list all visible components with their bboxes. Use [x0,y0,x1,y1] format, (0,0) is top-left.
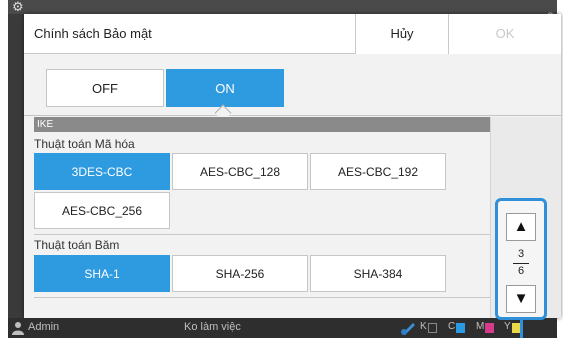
option-aes-cbc-128[interactable]: AES-CBC_128 [172,153,308,190]
page-fraction-line [513,263,529,264]
settings-list: IKE Thuật toán Mã hóa 3DES-CBC AES-CBC_1… [24,117,490,318]
down-arrow-icon: ▼ [513,290,529,307]
page-current: 3 [517,248,525,260]
ink-levels: K C M Y [400,320,550,336]
dialog-header: Chính sách Bảo mật Hủy OK [24,14,561,54]
user-icon [12,322,24,335]
ink-level-k [428,323,437,333]
ike-section-header: IKE [34,117,490,132]
encryption-algorithm-label: Thuật toán Mã hóa [34,137,135,151]
option-aes-cbc-192[interactable]: AES-CBC_192 [310,153,446,190]
option-sha-1[interactable]: SHA-1 [34,255,170,292]
option-3des-cbc[interactable]: 3DES-CBC [34,153,170,190]
background-toolbar [8,0,557,14]
off-button[interactable]: OFF [46,69,164,107]
option-aes-cbc-256[interactable]: AES-CBC_256 [34,192,170,229]
hash-algorithm-label: Thuật toán Băm [34,238,120,252]
ink-level-m [485,323,494,333]
scroll-up-button[interactable]: ▲ [506,213,536,241]
status-bar: Admin Ko làm việc K C M Y [8,318,557,338]
status-mode: Ko làm việc [184,321,241,333]
toggle-area: OFF ON [24,54,561,122]
status-user: Admin [28,321,60,333]
ink-label-m: M [476,321,485,332]
ink-label-k: K [420,321,427,332]
option-sha-384[interactable]: SHA-384 [310,255,446,292]
ink-icon [401,323,415,335]
callout-line [520,320,523,338]
section-divider [34,297,490,298]
option-sha-256[interactable]: SHA-256 [172,255,308,292]
security-policy-dialog: Chính sách Bảo mật Hủy OK OFF ON IKE Thu… [24,14,561,318]
ink-label-y: Y [504,321,511,332]
dialog-title: Chính sách Bảo mật [34,26,152,41]
ink-label-c: C [448,321,456,332]
page-total: 6 [517,265,525,277]
on-button[interactable]: ON [166,69,284,107]
pager-highlight: ▲ 3 6 ▼ [495,198,547,320]
up-arrow-icon: ▲ [513,218,529,235]
section-divider [34,234,490,235]
ok-button[interactable]: OK [448,14,561,54]
scroll-down-button[interactable]: ▼ [506,285,536,313]
cancel-button[interactable]: Hủy [355,14,448,54]
gear-icon: ⚙ [12,0,24,14]
ink-level-c [456,323,465,333]
